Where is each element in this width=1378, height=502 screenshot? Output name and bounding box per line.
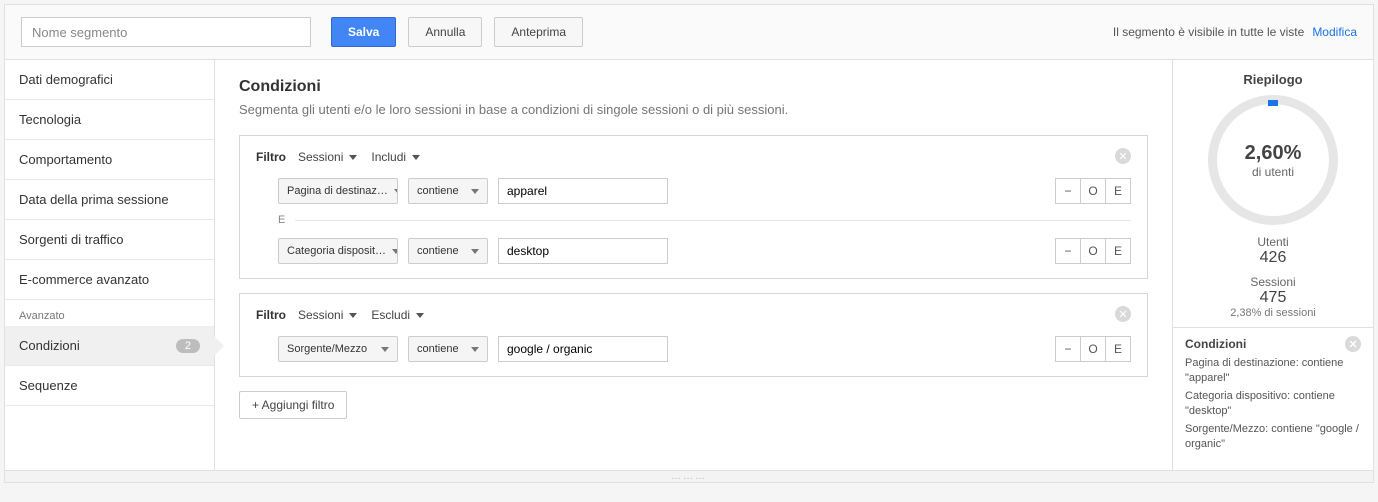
remove-filter-button[interactable]: ✕ bbox=[1115, 148, 1131, 164]
sidebar-badge: 2 bbox=[176, 339, 200, 353]
sessions-value: 475 bbox=[1185, 289, 1361, 307]
users-value: 426 bbox=[1185, 249, 1361, 267]
visibility-text: Il segmento è visibile in tutte le viste bbox=[1113, 25, 1304, 39]
remove-condition-button[interactable]: − bbox=[1055, 178, 1081, 204]
sidebar-item-demographics[interactable]: Dati demografici bbox=[5, 60, 214, 100]
chevron-down-icon bbox=[471, 189, 479, 194]
filter-label: Filtro bbox=[256, 308, 286, 322]
sidebar-item-behavior[interactable]: Comportamento bbox=[5, 140, 214, 180]
dimension-dropdown[interactable]: Pagina di destinaz… bbox=[278, 178, 398, 204]
or-button[interactable]: O bbox=[1080, 178, 1106, 204]
sessions-label: Sessioni bbox=[1185, 275, 1361, 289]
or-button[interactable]: O bbox=[1080, 238, 1106, 264]
match-type-dropdown[interactable]: contiene bbox=[408, 336, 488, 362]
condition-row: Pagina di destinaz… contiene − O E bbox=[256, 178, 1131, 204]
condition-row: Categoria disposit… contiene − O E bbox=[256, 238, 1131, 264]
sidebar-item-traffic-sources[interactable]: Sorgenti di traffico bbox=[5, 220, 214, 260]
page-title: Condizioni bbox=[239, 78, 1148, 96]
filter-label: Filtro bbox=[256, 150, 286, 164]
summary-percent: 2,60% bbox=[1245, 142, 1302, 165]
summary-title: Riepilogo bbox=[1185, 72, 1361, 87]
or-button[interactable]: O bbox=[1080, 336, 1106, 362]
condition-value-input[interactable] bbox=[498, 336, 668, 362]
and-button[interactable]: E bbox=[1105, 336, 1131, 362]
sidebar-item-label: Condizioni bbox=[19, 338, 80, 353]
chevron-down-icon bbox=[471, 249, 479, 254]
sidebar-item-conditions[interactable]: Condizioni 2 bbox=[5, 326, 214, 366]
chevron-down-icon bbox=[349, 155, 357, 160]
and-button[interactable]: E bbox=[1105, 178, 1131, 204]
summary-condition-line: Categoria dispositivo: contiene "desktop… bbox=[1185, 389, 1361, 420]
edit-visibility-link[interactable]: Modifica bbox=[1312, 25, 1357, 39]
chevron-down-icon bbox=[412, 155, 420, 160]
chevron-down-icon bbox=[349, 313, 357, 318]
match-type-dropdown[interactable]: contiene bbox=[408, 238, 488, 264]
cancel-button[interactable]: Annulla bbox=[408, 17, 482, 47]
sidebar-advanced-title: Avanzato bbox=[5, 300, 214, 326]
filter-card-include: Filtro Sessioni Includi ✕ Pagina di dest… bbox=[239, 135, 1148, 279]
summary-condition-line: Sorgente/Mezzo: contiene "google / organ… bbox=[1185, 422, 1361, 453]
sidebar-item-technology[interactable]: Tecnologia bbox=[5, 100, 214, 140]
filter-card-exclude: Filtro Sessioni Escludi ✕ Sorgente/Mezzo… bbox=[239, 293, 1148, 377]
scope-dropdown[interactable]: Sessioni bbox=[296, 146, 359, 168]
summary-percent-label: di utenti bbox=[1252, 165, 1294, 179]
condition-value-input[interactable] bbox=[498, 178, 668, 204]
add-filter-button[interactable]: + Aggiungi filtro bbox=[239, 391, 347, 419]
dimension-dropdown[interactable]: Sorgente/Mezzo bbox=[278, 336, 398, 362]
and-button[interactable]: E bbox=[1105, 238, 1131, 264]
match-type-dropdown[interactable]: contiene bbox=[408, 178, 488, 204]
and-separator: E bbox=[256, 214, 1131, 226]
summary-donut-chart: 2,60% di utenti bbox=[1208, 95, 1338, 225]
sidebar-item-first-session-date[interactable]: Data della prima sessione bbox=[5, 180, 214, 220]
chevron-down-icon bbox=[381, 347, 389, 352]
page-subtitle: Segmenta gli utenti e/o le loro sessioni… bbox=[239, 102, 1148, 117]
segment-name-input[interactable] bbox=[21, 17, 311, 47]
users-label: Utenti bbox=[1185, 235, 1361, 249]
chevron-down-icon bbox=[471, 347, 479, 352]
sessions-percent: 2,38% di sessioni bbox=[1185, 307, 1361, 319]
preview-button[interactable]: Anteprima bbox=[494, 17, 583, 47]
dimension-dropdown[interactable]: Categoria disposit… bbox=[278, 238, 398, 264]
condition-row: Sorgente/Mezzo contiene − O E bbox=[256, 336, 1131, 362]
resize-grip[interactable]: ……… bbox=[5, 470, 1373, 482]
include-exclude-dropdown[interactable]: Includi bbox=[369, 146, 422, 168]
sidebar-item-ecommerce[interactable]: E-commerce avanzato bbox=[5, 260, 214, 300]
sidebar-item-sequences[interactable]: Sequenze bbox=[5, 366, 214, 406]
summary-condition-line: Pagina di destinazione: contiene "appare… bbox=[1185, 356, 1361, 387]
summary-remove-conditions-button[interactable]: ✕ bbox=[1345, 336, 1361, 352]
include-exclude-dropdown[interactable]: Escludi bbox=[369, 304, 426, 326]
remove-filter-button[interactable]: ✕ bbox=[1115, 306, 1131, 322]
chevron-down-icon bbox=[392, 249, 398, 254]
remove-condition-button[interactable]: − bbox=[1055, 238, 1081, 264]
remove-condition-button[interactable]: − bbox=[1055, 336, 1081, 362]
save-button[interactable]: Salva bbox=[331, 17, 396, 47]
scope-dropdown[interactable]: Sessioni bbox=[296, 304, 359, 326]
summary-conditions-title: Condizioni bbox=[1185, 337, 1246, 351]
chevron-down-icon bbox=[416, 313, 424, 318]
donut-segment-icon bbox=[1268, 100, 1278, 106]
chevron-down-icon bbox=[394, 189, 398, 194]
condition-value-input[interactable] bbox=[498, 238, 668, 264]
